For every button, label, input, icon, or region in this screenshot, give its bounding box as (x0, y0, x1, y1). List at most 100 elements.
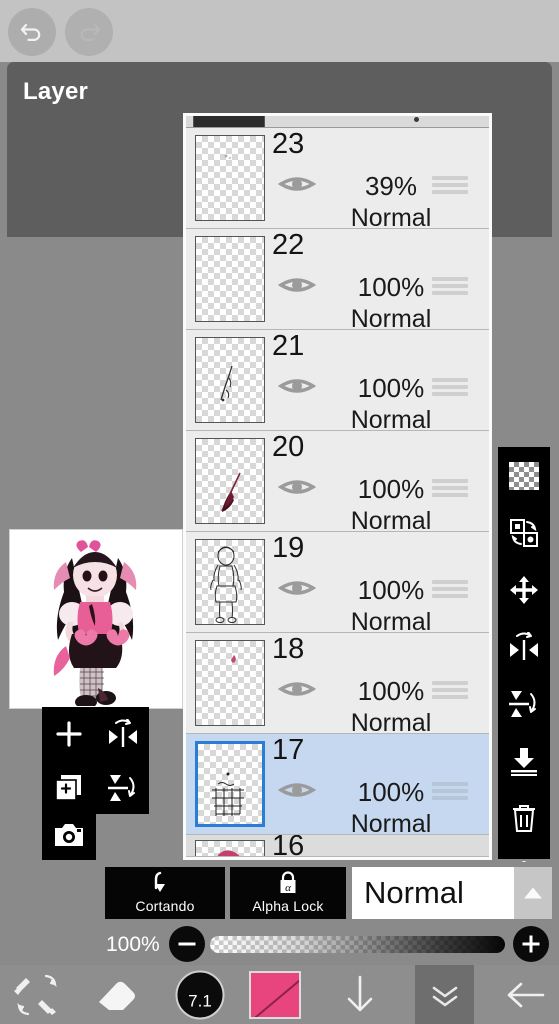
table-row[interactable]: 20 100% Normal (186, 431, 489, 535)
swap-layer-button[interactable] (498, 504, 550, 561)
table-row[interactable]: 21 100% Normal (186, 330, 489, 434)
double-chevron-down-icon (432, 986, 457, 1006)
eraser-button[interactable] (80, 965, 155, 1024)
layer-thumbnail[interactable] (195, 236, 265, 322)
checkerboard-icon (509, 461, 539, 490)
alpha-lock-label: Alpha Lock (252, 898, 324, 914)
layer-thumbnail[interactable] (195, 135, 265, 221)
layer-scroll-container[interactable]: 23 39% Normal 22 100% Normal 21 100% Nor… (186, 116, 489, 857)
merge-down-icon (511, 747, 537, 776)
brush-eraser-swap-icon (13, 974, 57, 1015)
layer-number: 18 (272, 633, 305, 665)
layer-thumbnail[interactable] (195, 741, 265, 827)
redo-arrow-icon (80, 23, 101, 41)
flip-horizontal-button[interactable] (96, 707, 150, 760)
drag-handle-icon[interactable] (432, 681, 468, 699)
layer-number: 22 (272, 229, 305, 261)
opacity-value-label: 100% (106, 933, 160, 956)
blend-mode-value: Normal (364, 875, 464, 910)
opacity-slider-track[interactable] (210, 936, 505, 953)
layer-thumbnail[interactable] (195, 438, 265, 524)
opacity-increase-button[interactable] (513, 926, 549, 962)
opacity-decrease-button[interactable] (169, 926, 205, 962)
artwork-preview[interactable] (9, 529, 183, 709)
layer-thumbnail[interactable] (195, 539, 265, 625)
top-bar (0, 0, 559, 62)
move-arrows-icon (510, 575, 538, 604)
flip-horizontal-button[interactable] (498, 618, 550, 675)
collapse-panel-button[interactable] (415, 965, 474, 1024)
add-layer-button[interactable] (42, 707, 96, 760)
clipping-arrow-icon (105, 870, 225, 898)
visibility-eye-icon[interactable] (277, 677, 317, 701)
table-row[interactable]: 18 100% Normal (186, 633, 489, 737)
layer-thumbnail (193, 116, 265, 127)
table-row[interactable]: 22 100% Normal (186, 229, 489, 333)
duplicate-layer-icon (55, 774, 81, 801)
layer-number: 17 (272, 734, 305, 766)
visibility-eye-icon[interactable] (277, 172, 317, 196)
color-swatch (249, 970, 301, 1019)
table-row[interactable]: 23 39% Normal (186, 128, 489, 232)
layer-thumbnail[interactable] (195, 840, 265, 856)
merge-down-button[interactable] (498, 732, 550, 789)
alpha-lock-icon: α (230, 870, 346, 898)
layer-thumbnail[interactable] (195, 337, 265, 423)
drag-handle-icon[interactable] (432, 277, 468, 295)
layer-marker-dot (414, 117, 419, 122)
flip-vertical-button[interactable] (498, 675, 550, 732)
swap-layers-icon (510, 518, 538, 547)
bottom-nav-bar: 7.1 (0, 965, 559, 1024)
table-row[interactable]: 19 100% Normal (186, 532, 489, 636)
triangle-up-icon[interactable] (514, 867, 552, 919)
drag-handle-icon[interactable] (432, 479, 468, 497)
download-button[interactable] (325, 965, 395, 1024)
visibility-eye-icon[interactable] (277, 778, 317, 802)
visibility-eye-icon[interactable] (277, 273, 317, 297)
import-photo-button[interactable] (42, 812, 96, 858)
svg-text:α: α (285, 882, 291, 894)
layer-actions-toolbar (498, 447, 550, 889)
layer-thumbnail[interactable] (195, 640, 265, 726)
plus-icon (56, 720, 82, 747)
flip-horizontal-icon (109, 718, 137, 747)
color-swatch-button[interactable] (240, 965, 310, 1024)
undo-arrow-icon (20, 23, 41, 41)
drag-handle-icon[interactable] (432, 782, 468, 800)
camera-icon (55, 824, 83, 846)
flip-vertical-icon (509, 690, 536, 717)
layer-list-panel[interactable]: 23 39% Normal 22 100% Normal 21 100% Nor… (183, 113, 492, 860)
flip-vertical-button[interactable] (96, 761, 150, 814)
layer-number: 16 (272, 835, 305, 857)
page-title: Layer (23, 78, 89, 105)
visibility-eye-icon[interactable] (277, 374, 317, 398)
visibility-eye-icon[interactable] (277, 576, 317, 600)
brush-size-button[interactable]: 7.1 (165, 965, 235, 1024)
drag-handle-icon[interactable] (432, 580, 468, 598)
duplicate-layer-button[interactable] (42, 761, 96, 814)
drawing-app-screen: Layer 23 39% Normal 22 100% Normal 21 10… (0, 0, 559, 1024)
alpha-lock-button[interactable]: α Alpha Lock (230, 867, 346, 919)
back-button[interactable] (490, 965, 559, 1024)
trash-icon (513, 804, 535, 832)
flip-vertical-icon (108, 774, 135, 801)
brush-size-value: 7.1 (188, 991, 212, 1010)
layer-number: 23 (272, 128, 305, 160)
brush-eraser-swap-button[interactable] (0, 965, 75, 1024)
drag-handle-icon[interactable] (432, 378, 468, 396)
opacity-slider-row: 100% (0, 925, 559, 965)
clipping-button[interactable]: Cortando (105, 867, 225, 919)
transparency-checker-button[interactable] (498, 447, 550, 504)
redo-button[interactable] (65, 8, 113, 56)
delete-layer-button[interactable] (498, 789, 550, 846)
layer-row-partial-top[interactable] (186, 116, 489, 128)
layer-number: 20 (272, 431, 305, 463)
move-layer-button[interactable] (498, 561, 550, 618)
drag-handle-icon[interactable] (432, 176, 468, 194)
blend-mode-select[interactable]: Normal (352, 867, 552, 919)
table-row[interactable]: 17 100% Normal (186, 734, 489, 838)
undo-button[interactable] (8, 8, 56, 56)
arrow-down-icon (347, 975, 373, 1011)
table-row[interactable]: 16 (186, 835, 489, 857)
visibility-eye-icon[interactable] (277, 475, 317, 499)
